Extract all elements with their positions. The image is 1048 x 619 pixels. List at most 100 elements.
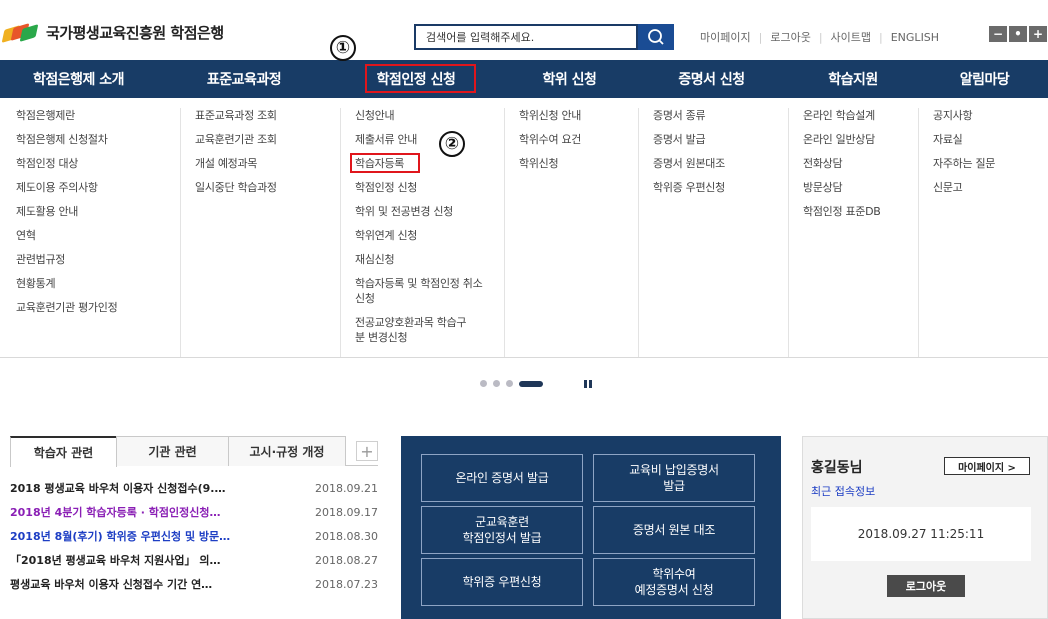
recent-access-time: 2018.09.27 11:25:11 xyxy=(811,507,1031,561)
notice-date: 2018.09.17 xyxy=(315,505,378,519)
menu-link[interactable]: 학위수여 요건 xyxy=(519,132,638,147)
list-item[interactable]: 「2018년 평생교육 바우처 지원사업」 의… 2018.08.27 xyxy=(10,548,378,572)
tab-learner[interactable]: 학습자 관련 xyxy=(10,436,117,467)
notice-title[interactable]: 「2018년 평생교육 바우처 지원사업」 의… xyxy=(10,552,272,568)
site-logo[interactable]: 국가평생교육진흥원 학점은행 xyxy=(1,22,224,43)
menu-link[interactable]: 학위증 우편신청 xyxy=(653,180,788,195)
slider-dot[interactable] xyxy=(506,380,513,387)
menu-column-curriculum: 표준교육과정 조회 교육훈련기관 조회 개설 예정과목 일시중단 학습과정 xyxy=(180,108,340,357)
nav-item-certificate[interactable]: 증명서 신청 xyxy=(638,60,785,98)
menu-link[interactable]: 재심신청 xyxy=(355,252,504,267)
logout-link[interactable]: 로그아웃 xyxy=(770,29,810,45)
slider-dot[interactable] xyxy=(480,380,487,387)
menu-link[interactable]: 제출서류 안내 xyxy=(355,132,504,147)
menu-link[interactable]: 현황통계 xyxy=(16,276,180,291)
nav-item-degree-application[interactable]: 학위 신청 xyxy=(501,60,638,98)
font-reset-button[interactable]: • xyxy=(1009,26,1027,42)
notice-title[interactable]: 평생교육 바우처 이용자 신청접수 기간 연… xyxy=(10,576,272,592)
search-input[interactable] xyxy=(416,26,636,49)
font-decrease-button[interactable]: − xyxy=(989,26,1007,42)
list-item[interactable]: 2018 평생교육 바우처 이용자 신청접수(9.… 2018.09.21 xyxy=(10,476,378,500)
notice-title[interactable]: 2018 평생교육 바우처 이용자 신청접수(9.… xyxy=(10,480,272,496)
tab-regulation[interactable]: 고시·규정 개정 xyxy=(228,436,346,466)
english-link[interactable]: ENGLISH xyxy=(891,31,939,44)
menu-link[interactable]: 증명서 발급 xyxy=(653,132,788,147)
menu-link[interactable]: 학위연계 신청 xyxy=(355,228,504,243)
menu-column-notice: 공지사항 자료실 자주하는 질문 신문고 xyxy=(918,108,1048,357)
list-item[interactable]: 2018년 4분기 학습자등록 · 학점인정신청… 2018.09.17 xyxy=(10,500,378,524)
top-utility-links: 마이페이지 | 로그아웃 | 사이트맵 | ENGLISH xyxy=(700,29,939,45)
notice-title[interactable]: 2018년 8월(후기) 학위증 우편신청 및 방문… xyxy=(10,528,272,544)
menu-link-learner-registration[interactable]: 학습자등록 xyxy=(355,156,504,171)
quick-button-tuition-certificate[interactable]: 교육비 납입증명서 발급 xyxy=(593,454,755,502)
sitemap-link[interactable]: 사이트맵 xyxy=(831,29,871,45)
menu-link[interactable]: 전화상담 xyxy=(803,156,918,171)
menu-link[interactable]: 학점인정 대상 xyxy=(16,156,180,171)
notice-title[interactable]: 2018년 4분기 학습자등록 · 학점인정신청… xyxy=(10,504,272,520)
font-size-controls: − • + xyxy=(989,26,1047,42)
menu-column-support: 온라인 학습설계 온라인 일반상담 전화상담 방문상담 학점인정 표준DB xyxy=(788,108,918,357)
menu-link[interactable]: 학위신청 xyxy=(519,156,638,171)
recent-access-label: 최근 접속정보 xyxy=(811,485,876,498)
list-item[interactable]: 2018년 8월(후기) 학위증 우편신청 및 방문… 2018.08.30 xyxy=(10,524,378,548)
notice-date: 2018.08.27 xyxy=(315,553,378,567)
menu-link[interactable]: 학점은행제란 xyxy=(16,108,180,123)
menu-link[interactable]: 신문고 xyxy=(933,180,1048,195)
nav-item-intro[interactable]: 학점은행제 소개 xyxy=(0,60,157,98)
font-increase-button[interactable]: + xyxy=(1029,26,1047,42)
menu-link[interactable]: 증명서 원본대조 xyxy=(653,156,788,171)
more-plus-icon[interactable]: + xyxy=(356,441,378,461)
menu-link[interactable]: 교육훈련기관 평가인정 xyxy=(16,300,180,315)
menu-link[interactable]: 개설 예정과목 xyxy=(195,156,340,171)
menu-link[interactable]: 증명서 종류 xyxy=(653,108,788,123)
menu-link[interactable]: 학점인정 신청 xyxy=(355,180,504,195)
list-item[interactable]: 평생교육 바우처 이용자 신청접수 기간 연… 2018.07.23 xyxy=(10,572,378,596)
menu-link[interactable]: 제도활용 안내 xyxy=(16,204,180,219)
quick-button-diploma-mail[interactable]: 학위증 우편신청 xyxy=(421,558,583,606)
menu-link[interactable]: 전공교양호환과목 학습구분 변경신청 xyxy=(355,315,475,345)
slider-dot[interactable] xyxy=(493,380,500,387)
site-header: 국가평생교육진흥원 학점은행 마이페이지 | 로그아웃 | 사이트맵 | ENG… xyxy=(0,0,1048,60)
menu-link[interactable]: 온라인 일반상담 xyxy=(803,132,918,147)
quick-button-military-credit[interactable]: 군교육훈련 학점인정서 발급 xyxy=(421,506,583,554)
menu-link[interactable]: 온라인 학습설계 xyxy=(803,108,918,123)
menu-column-intro: 학점은행제란 학점은행제 신청절차 학점인정 대상 제도이용 주의사항 제도활용… xyxy=(2,108,180,357)
search-button[interactable] xyxy=(638,24,674,50)
nav-item-credit-application[interactable]: 학점인정 신청 xyxy=(331,60,501,98)
menu-link[interactable]: 신청안내 xyxy=(355,108,504,123)
menu-link[interactable]: 공지사항 xyxy=(933,108,1048,123)
menu-link[interactable]: 일시중단 학습과정 xyxy=(195,180,340,195)
quick-button-expected-degree[interactable]: 학위수여 예정증명서 신청 xyxy=(593,558,755,606)
menu-link[interactable]: 교육훈련기관 조회 xyxy=(195,132,340,147)
menu-link[interactable]: 제도이용 주의사항 xyxy=(16,180,180,195)
nav-item-learning-support[interactable]: 학습지원 xyxy=(785,60,921,98)
menu-link[interactable]: 관련법규정 xyxy=(16,252,180,267)
logout-button[interactable]: 로그아웃 xyxy=(887,575,965,597)
nav-item-standard-curriculum[interactable]: 표준교육과정 xyxy=(157,60,331,98)
pause-icon[interactable] xyxy=(584,380,592,388)
menu-link[interactable]: 자료실 xyxy=(933,132,1048,147)
quick-button-online-certificate[interactable]: 온라인 증명서 발급 xyxy=(421,454,583,502)
banner-area xyxy=(0,359,1048,425)
mypage-button[interactable]: 마이페이지 > xyxy=(944,457,1030,475)
menu-link[interactable]: 학위신청 안내 xyxy=(519,108,638,123)
menu-link[interactable]: 학점은행제 신청절차 xyxy=(16,132,180,147)
menu-link[interactable]: 학습자등록 및 학점인정 취소 신청 xyxy=(355,276,495,306)
menu-link[interactable]: 학점인정 표준DB xyxy=(803,204,918,219)
notice-date: 2018.08.30 xyxy=(315,529,378,543)
quick-button-original-verify[interactable]: 증명서 원본 대조 xyxy=(593,506,755,554)
divider: | xyxy=(818,30,823,44)
menu-link[interactable]: 자주하는 질문 xyxy=(933,156,1048,171)
search-icon xyxy=(648,29,664,45)
quick-service-panel: 온라인 증명서 발급 교육비 납입증명서 발급 군교육훈련 학점인정서 발급 증… xyxy=(401,436,781,619)
menu-link[interactable]: 표준교육과정 조회 xyxy=(195,108,340,123)
tab-institution[interactable]: 기관 관련 xyxy=(116,436,229,466)
menu-link[interactable]: 방문상담 xyxy=(803,180,918,195)
slider-dot-active[interactable] xyxy=(519,380,543,387)
mypage-link[interactable]: 마이페이지 xyxy=(700,29,751,45)
nav-item-notice-board[interactable]: 알림마당 xyxy=(921,60,1048,98)
annotation-marker-1: ① xyxy=(330,35,356,61)
menu-link[interactable]: 학위 및 전공변경 신청 xyxy=(355,204,504,219)
menu-link[interactable]: 연혁 xyxy=(16,228,180,243)
menu-column-certificate: 증명서 종류 증명서 발급 증명서 원본대조 학위증 우편신청 xyxy=(638,108,788,357)
